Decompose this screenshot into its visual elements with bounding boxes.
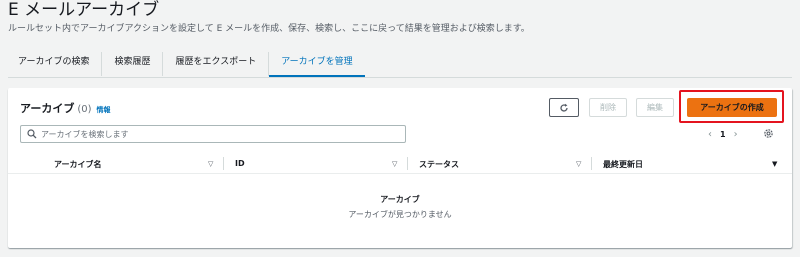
sort-icon[interactable]: ▽	[392, 160, 397, 168]
prev-page-button[interactable]: ‹	[708, 129, 712, 140]
delete-button[interactable]: 削除	[589, 98, 627, 117]
refresh-button[interactable]	[549, 98, 579, 117]
search-input[interactable]	[41, 129, 401, 139]
tabs-underline	[8, 77, 792, 78]
panel-title: アーカイブ	[20, 102, 75, 115]
column-archive-name[interactable]: アーカイブ名	[54, 159, 102, 170]
empty-state-description: アーカイブが見つかりません	[348, 210, 452, 219]
current-page[interactable]: 1	[720, 130, 726, 139]
next-page-button[interactable]: ›	[734, 129, 738, 140]
archives-panel: アーカイブ (0) 情報 削除 編集 アーカイブの作成 ‹ 1 › アーカイブ名…	[8, 88, 792, 248]
table-header: アーカイブ名 ▽ ID ▽ ステータス ▽ 最終更新日 ▼	[8, 154, 792, 174]
create-button-highlight: アーカイブの作成	[679, 90, 784, 123]
page-description: ルールセット内でアーカイブアクションを設定して E メールを作成、保存、検索し、…	[8, 24, 530, 34]
archive-count: (0)	[77, 104, 92, 115]
sort-icon[interactable]: ▽	[576, 160, 581, 168]
page-title: E メールアーカイブ	[8, 0, 160, 20]
search-icon	[27, 129, 37, 139]
column-divider	[407, 157, 408, 170]
tab-search-history[interactable]: 検索履歴	[102, 52, 162, 76]
column-status[interactable]: ステータス	[419, 159, 459, 170]
column-last-updated[interactable]: 最終更新日	[603, 159, 643, 170]
search-box	[20, 125, 406, 143]
tab-manage-archives[interactable]: アーカイブを管理	[269, 52, 366, 77]
edit-button[interactable]: 編集	[636, 98, 674, 117]
sort-desc-icon[interactable]: ▼	[772, 160, 777, 168]
panel-header: アーカイブ (0) 情報	[20, 100, 111, 116]
pagination: ‹ 1 ›	[708, 126, 738, 142]
tab-export-history[interactable]: 履歴をエクスポート	[163, 52, 268, 76]
settings-gear-icon[interactable]	[763, 128, 774, 139]
info-link[interactable]: 情報	[97, 105, 111, 115]
tab-archive-search[interactable]: アーカイブの検索	[8, 52, 101, 76]
empty-state-title: アーカイブ	[380, 195, 420, 204]
column-divider	[223, 157, 224, 170]
create-archive-button[interactable]: アーカイブの作成	[687, 98, 777, 117]
sort-icon[interactable]: ▽	[208, 160, 213, 168]
column-divider	[591, 157, 592, 170]
refresh-icon	[560, 103, 568, 112]
column-id[interactable]: ID	[235, 159, 245, 168]
tab-bar: アーカイブの検索 検索履歴 履歴をエクスポート アーカイブを管理	[8, 52, 792, 77]
